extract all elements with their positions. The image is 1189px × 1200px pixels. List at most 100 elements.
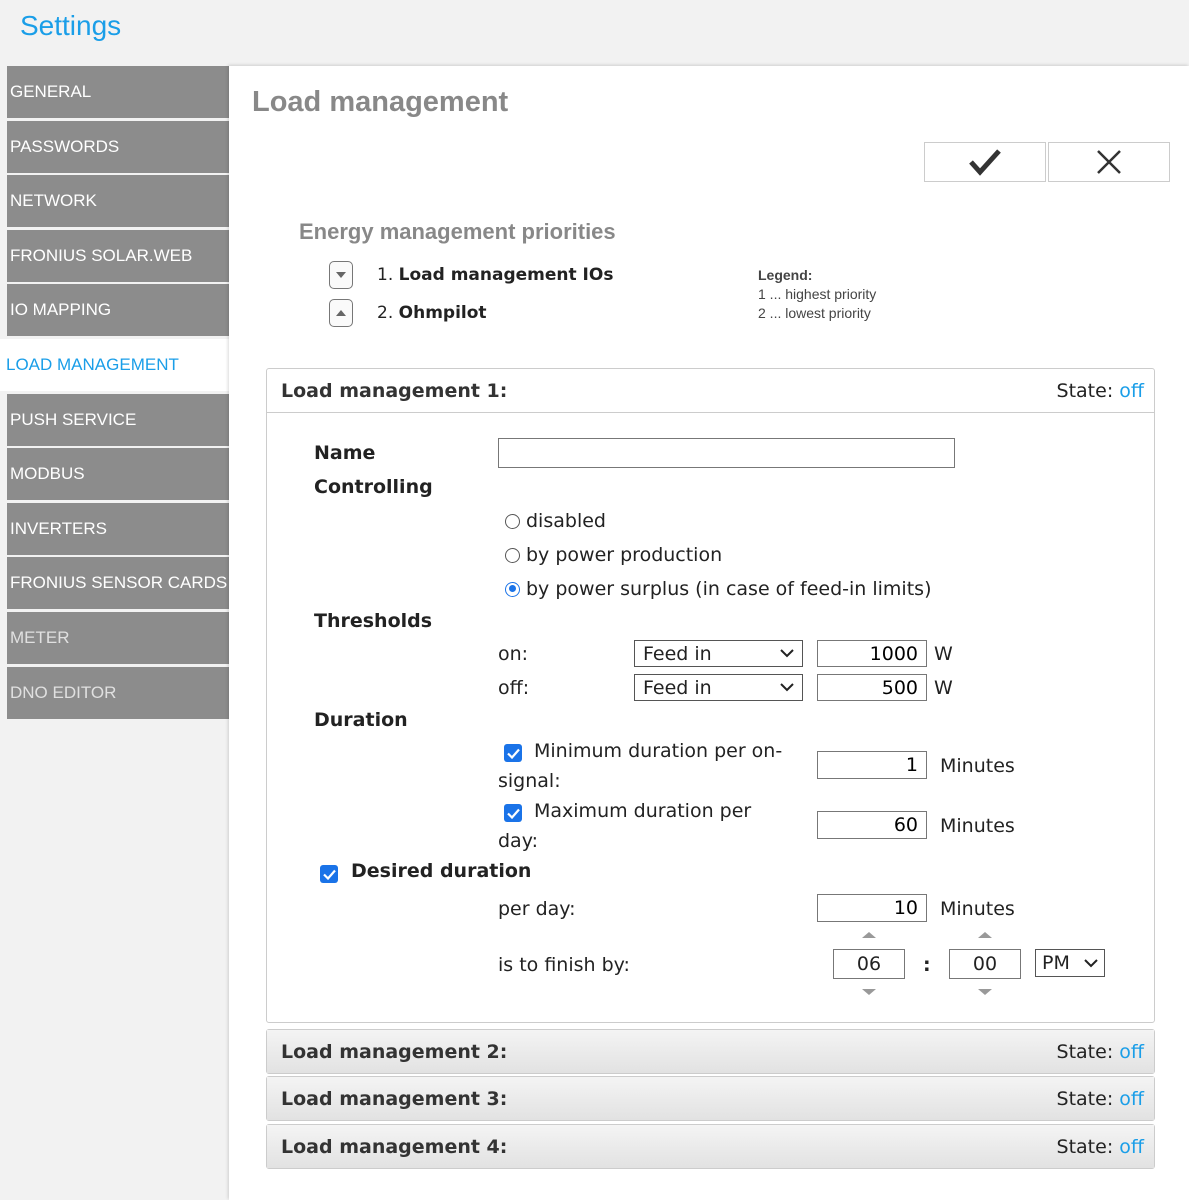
radio-disabled[interactable]: disabled [505,510,606,532]
sidebar-item-modbus[interactable]: MODBUS [7,448,229,501]
per-day-unit: Minutes [940,898,1015,920]
chevron-down-icon [336,272,346,278]
radio-power-surplus[interactable]: by power surplus (in case of feed-in lim… [505,578,931,600]
sidebar-item-network[interactable]: NETWORK [7,175,229,228]
max-duration-input[interactable] [817,811,927,839]
priority-number: 1. [377,265,394,285]
load-management-panel-4: Load management 4: State: off [266,1124,1155,1169]
threshold-on-input[interactable] [817,640,927,667]
panel-title: Load management 3: [281,1087,508,1110]
page-title: Load management [252,86,509,118]
state-label: State: [1056,1087,1114,1110]
sidebar-item-passwords[interactable]: PASSWORDS [7,120,229,173]
sidebar-item-inverters[interactable]: INVERTERS [7,502,229,555]
threshold-off-input[interactable] [817,674,927,701]
hour-increment-button[interactable] [862,932,876,938]
cancel-button[interactable] [1048,142,1170,182]
threshold-off-select[interactable]: Feed in [634,674,803,701]
sidebar-item-fronius-sensor-cards[interactable]: FRONIUS SENSOR CARDS [7,557,229,610]
hour-input[interactable]: 06 [833,949,905,979]
check-icon [506,748,520,759]
state-label: State: [1056,379,1114,402]
min-duration-input[interactable] [817,751,927,779]
threshold-off-label: off: [498,677,530,699]
move-down-button[interactable] [329,261,353,289]
max-duration-label-line2: day: [498,830,538,852]
panel-header[interactable]: Load management 4: State: off [267,1125,1154,1168]
priority-number: 2. [377,303,394,323]
min-duration-label-line1: Minimum duration per on- [534,740,783,762]
sidebar-item-push-service[interactable]: PUSH SERVICE [7,393,229,446]
chevron-down-icon [780,649,794,658]
close-icon [1097,150,1121,174]
controlling-label: Controlling [314,476,433,498]
duration-label: Duration [314,709,408,731]
max-duration-checkbox[interactable] [504,804,522,822]
sidebar: GENERAL PASSWORDS NETWORK FRONIUS SOLAR.… [0,66,229,721]
name-label: Name [314,442,376,464]
state-value: off [1119,379,1144,402]
radio-circle [505,513,520,529]
move-up-button[interactable] [329,299,353,327]
per-day-input[interactable] [817,894,927,922]
load-management-panel-3: Load management 3: State: off [266,1076,1155,1121]
check-icon [506,808,520,819]
priority-item: 2. Ohmpilot [329,299,487,327]
energy-priorities-title: Energy management priorities [299,219,616,244]
max-duration-label-line1: Maximum duration per [534,800,752,822]
sidebar-item-load-management[interactable]: LOAD MANAGEMENT [0,338,229,391]
time-separator: : [923,954,931,976]
load-management-panel-1: Load management 1: State: off Name Contr… [266,368,1155,1023]
threshold-on-label: on: [498,643,529,665]
panel-title: Load management 2: [281,1040,508,1063]
sidebar-item-io-mapping[interactable]: IO MAPPING [7,284,229,337]
minute-increment-button[interactable] [978,932,992,938]
main-content: Load management Energy management priori… [229,66,1189,1200]
hour-decrement-button[interactable] [862,989,876,995]
name-input[interactable] [498,438,955,468]
minute-decrement-button[interactable] [978,989,992,995]
priority-item: 1. Load management IOs [329,261,613,289]
panel-header[interactable]: Load management 3: State: off [267,1077,1154,1120]
threshold-on-unit: W [934,643,953,665]
min-duration-unit: Minutes [940,755,1015,777]
radio-circle [505,547,520,563]
sidebar-item-general[interactable]: GENERAL [7,66,229,118]
threshold-off-unit: W [934,677,953,699]
panel-header[interactable]: Load management 1: State: off [267,369,1154,412]
radio-power-production[interactable]: by power production [505,544,722,566]
sidebar-item-meter[interactable]: METER [7,611,229,664]
min-duration-label-line2: signal: [498,770,561,792]
max-duration-unit: Minutes [940,815,1015,837]
per-day-label: per day: [498,898,576,920]
legend-line-2: 2 ... lowest priority [758,305,871,321]
chevron-up-icon [336,310,346,316]
check-icon [322,869,336,880]
sidebar-item-fronius-solar-web[interactable]: FRONIUS SOLAR.WEB [7,229,229,282]
chevron-down-icon [1084,958,1098,967]
panel-title: Load management 4: [281,1135,508,1158]
chevron-down-icon [780,683,794,692]
priority-label: Ohmpilot [398,303,487,323]
legend-line-1: 1 ... highest priority [758,286,877,302]
ampm-select[interactable]: PM [1035,949,1105,977]
thresholds-label: Thresholds [314,610,433,632]
priority-label: Load management IOs [398,265,614,285]
panel-body: Name Controlling disabled by power produ… [267,412,1154,1022]
load-management-panel-2: Load management 2: State: off [266,1029,1155,1074]
app-title: Settings [20,10,122,41]
minute-input[interactable]: 00 [949,949,1021,979]
panel-header[interactable]: Load management 2: State: off [267,1030,1154,1073]
state-value: off [1119,1135,1144,1158]
desired-duration-label: Desired duration [351,860,532,882]
state-label: State: [1056,1135,1114,1158]
state-label: State: [1056,1040,1114,1063]
legend-title: Legend: [758,267,813,283]
panel-title: Load management 1: [281,379,508,402]
min-duration-checkbox[interactable] [504,744,522,762]
sidebar-item-dno-editor[interactable]: DNO EDITOR [7,666,229,719]
threshold-on-select[interactable]: Feed in [634,640,803,667]
state-value: off [1119,1040,1144,1063]
confirm-button[interactable] [924,142,1046,182]
desired-duration-checkbox[interactable] [320,865,338,883]
